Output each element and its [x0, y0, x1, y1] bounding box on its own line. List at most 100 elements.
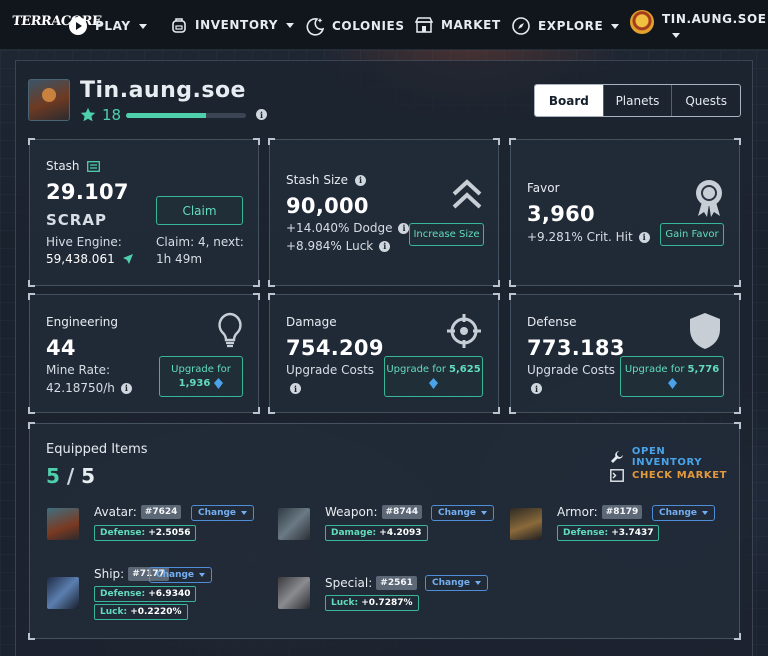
upgrade-label: Upgrade for [171, 364, 231, 375]
chevron-down-icon [138, 23, 147, 29]
info-icon[interactable]: i [354, 174, 366, 186]
armor-change-button[interactable]: Change [652, 505, 716, 521]
moon-stars-icon [306, 18, 325, 36]
chevron-down-icon [241, 511, 248, 515]
upgrade-cost: 5,776 [687, 364, 720, 375]
crystal-icon [214, 378, 224, 389]
award-badge-icon [696, 180, 722, 217]
ship-item-image[interactable] [47, 577, 79, 609]
info-icon[interactable]: i [290, 383, 301, 394]
defense-value: 773.183 [527, 336, 625, 360]
change-label: Change [198, 508, 237, 518]
check-market-label: CHECK MARKET [632, 470, 728, 481]
upgrade-label: Upgrade for [624, 364, 685, 375]
claim-next: 1h 49m [156, 252, 203, 266]
engineering-value: 44 [46, 336, 76, 360]
backpack-icon [172, 18, 186, 33]
user-menu[interactable]: TIN.AUNG.SOE [630, 10, 767, 38]
ship-change-button[interactable]: Change [149, 567, 213, 583]
top-nav: TERRACORE PLAY INVENTORY COLONIES MARKET [0, 0, 768, 50]
mine-rate-value: 42.18750/h [46, 381, 115, 395]
nav-inventory[interactable]: INVENTORY [170, 16, 295, 34]
armor-stat: Defense: +3.7437 [557, 525, 660, 541]
increase-size-button[interactable]: Increase Size [409, 223, 484, 246]
chevron-down-icon [286, 22, 295, 28]
tab-board[interactable]: Board [535, 85, 604, 116]
stash-card: Stash 29.107 SCRAP Hive Engine: 59,438.0… [28, 138, 260, 287]
stash-value: 29.107 [46, 180, 129, 204]
xp-progress-fill [126, 113, 207, 118]
engineering-label: Engineering [46, 315, 118, 329]
nav-explore-label: EXPLORE [538, 19, 604, 33]
tab-quests[interactable]: Quests [672, 85, 740, 116]
profile-name: Tin.aung.soe [80, 78, 246, 103]
chevron-down-icon [611, 23, 620, 29]
info-icon[interactable]: i [120, 382, 132, 394]
shield-icon [690, 313, 720, 349]
crosshair-icon [447, 314, 481, 348]
store-icon [414, 17, 434, 33]
info-icon[interactable]: i [379, 240, 391, 252]
chevron-down-icon [199, 573, 206, 577]
upgrade-engineering-button[interactable]: Upgrade for 1,936 [159, 356, 243, 397]
info-icon[interactable]: i [256, 109, 267, 120]
double-chevron-up-icon [452, 179, 482, 209]
xp-progress-bar [126, 113, 246, 118]
avatar-item: Avatar: #7624 [94, 505, 182, 519]
star-icon [80, 107, 96, 122]
special-slot-label: Special: [325, 576, 373, 590]
nav-play[interactable]: PLAY [68, 16, 147, 36]
terminal-icon [610, 469, 624, 482]
equipped-items-card: Equipped Items 5 / 5 OPEN INVENTORY CHEC… [28, 422, 741, 640]
avatar-change-button[interactable]: Change [191, 505, 255, 521]
chevron-down-icon [672, 33, 680, 38]
avatar-slot-label: Avatar: [94, 505, 137, 519]
avatar-item-image[interactable] [47, 508, 79, 540]
gain-favor-button[interactable]: Gain Favor [660, 223, 724, 246]
weapon-item-id: #8744 [381, 505, 423, 519]
defense-label: Defense [527, 315, 577, 329]
info-icon[interactable]: i [398, 222, 410, 234]
nav-market[interactable]: MARKET [414, 16, 501, 34]
weapon-stat: Damage: +4.2093 [325, 525, 428, 541]
ship-stat-defense: Defense: +6.9340 [94, 586, 197, 602]
change-label: Change [156, 570, 195, 580]
weapon-item: Weapon: #8744 [325, 505, 423, 519]
upgrade-label: Upgrade for [386, 364, 447, 375]
crystal-icon [429, 378, 438, 389]
stash-size-card: Stash Size i 90,000 +14.040% Dodge i +8.… [268, 138, 500, 287]
stash-size-value: 90,000 [286, 194, 369, 218]
info-icon[interactable]: i [638, 231, 650, 243]
weapon-change-button[interactable]: Change [431, 505, 495, 521]
avatar-stat: Defense: +2.5056 [94, 525, 197, 541]
info-icon[interactable]: i [531, 383, 542, 394]
weapon-item-image[interactable] [278, 508, 310, 540]
weapon-slot-label: Weapon: [325, 505, 378, 519]
nav-colonies[interactable]: COLONIES [305, 16, 405, 36]
ledger-icon[interactable] [86, 160, 100, 172]
change-label: Change [659, 508, 698, 518]
check-market-link[interactable]: CHECK MARKET [610, 469, 727, 482]
favor-card: Favor 3,960 +9.281% Crit. Hit i Gain Fav… [509, 138, 741, 287]
chevron-down-icon [475, 581, 482, 585]
view-tabs: Board Planets Quests [534, 84, 741, 117]
nav-explore[interactable]: EXPLORE [511, 16, 620, 36]
tab-planets[interactable]: Planets [604, 85, 673, 116]
special-item-image[interactable] [278, 577, 310, 609]
damage-upgrade-costs: Upgrade Costs [286, 363, 375, 377]
open-inventory-link[interactable]: OPEN INVENTORY [610, 446, 739, 468]
user-name: TIN.AUNG.SOE [662, 12, 767, 26]
damage-label: Damage [286, 315, 337, 329]
upgrade-cost: 1,936 [178, 378, 211, 389]
upgrade-cost: 5,625 [449, 364, 481, 375]
stash-size-label: Stash Size [286, 173, 348, 187]
upgrade-damage-button[interactable]: Upgrade for 5,625 [384, 356, 483, 397]
equipped-title: Equipped Items [46, 442, 148, 457]
special-change-button[interactable]: Change [425, 575, 489, 591]
upgrade-defense-button[interactable]: Upgrade for 5,776 [620, 356, 724, 397]
claim-button[interactable]: Claim [156, 196, 243, 225]
armor-item-image[interactable] [510, 508, 542, 540]
send-icon[interactable] [122, 253, 134, 265]
compass-icon [512, 17, 530, 35]
special-item-id: #2561 [376, 576, 417, 590]
